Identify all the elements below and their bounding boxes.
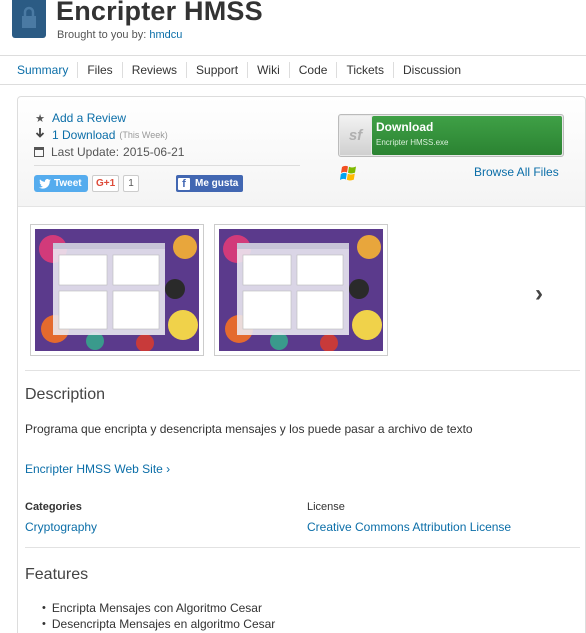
license-link[interactable]: Creative Commons Attribution License: [307, 520, 511, 534]
tab-files[interactable]: Files: [78, 62, 123, 78]
last-update-date: 2015-06-21: [123, 145, 185, 159]
tweet-button[interactable]: Tweet: [34, 175, 88, 192]
project-title: Encripter HMSS: [56, 0, 263, 26]
tweet-label: Tweet: [54, 178, 82, 189]
sourceforge-badge: sf: [340, 116, 371, 155]
browse-all-files-link[interactable]: Browse All Files: [474, 165, 559, 179]
description-text: Programa que encripta y desencripta mens…: [25, 422, 473, 436]
project-website-link[interactable]: Encripter HMSS Web Site ›: [25, 462, 170, 476]
screenshot-image-2: [219, 229, 383, 351]
tab-summary[interactable]: Summary: [8, 62, 79, 78]
last-update-label: Last Update:: [51, 145, 120, 159]
downloads-link[interactable]: 1 Download: [52, 128, 115, 142]
tab-tickets[interactable]: Tickets: [337, 62, 394, 78]
next-screenshot-chevron-icon[interactable]: ›: [535, 280, 543, 308]
add-review-link[interactable]: Add a Review: [52, 111, 126, 125]
feature-item: Desencripta Mensajes en algoritmo Cesar: [42, 616, 275, 632]
download-arrow-icon: [34, 128, 46, 142]
author-link[interactable]: hmdcu: [149, 29, 182, 41]
download-file-name: Encripter HMSS.exe: [376, 138, 449, 147]
facebook-icon: f: [178, 177, 190, 190]
tab-code[interactable]: Code: [290, 62, 338, 78]
downloads-period: (This Week): [119, 130, 168, 140]
feature-item: Encripta Mensajes con Algoritmo Cesar: [42, 600, 275, 616]
project-tabs: Summary Files Reviews Support Wiki Code …: [0, 55, 586, 85]
twitter-bird-icon: [39, 178, 51, 189]
project-header: Encripter HMSS Brought to you by: hmdcu: [0, 0, 586, 52]
byline-prefix: Brought to you by:: [57, 29, 147, 41]
windows-icon: [338, 164, 360, 186]
gplus-count: 1: [123, 175, 139, 192]
gplus-button[interactable]: G+1 1: [92, 175, 139, 192]
stats-divider: [34, 165, 300, 166]
summary-panel: ★ Add a Review 1 Download (This Week) La…: [17, 96, 586, 633]
byline: Brought to you by: hmdcu: [57, 29, 182, 41]
download-button-label: Download: [376, 120, 434, 134]
facebook-like-button[interactable]: f Me gusta: [176, 175, 244, 192]
features-heading: Features: [25, 566, 89, 583]
download-widget: sf Download Encripter HMSS.exe: [338, 114, 564, 157]
features-list: Encripta Mensajes con Algoritmo Cesar De…: [42, 600, 275, 632]
lock-icon: [22, 6, 36, 28]
description-heading: Description: [25, 386, 106, 403]
categories-heading: Categories: [25, 501, 82, 513]
category-link-cryptography[interactable]: Cryptography: [25, 520, 97, 534]
gplus-label: G+1: [92, 175, 120, 192]
section-divider: [25, 547, 580, 548]
calendar-icon: [34, 147, 44, 157]
tab-wiki[interactable]: Wiki: [248, 62, 290, 78]
star-icon: ★: [35, 112, 45, 125]
section-divider: [25, 370, 580, 371]
download-button[interactable]: Download Encripter HMSS.exe: [372, 116, 562, 155]
add-review-row: ★ Add a Review: [34, 111, 126, 125]
screenshot-thumbnail-2[interactable]: [214, 224, 388, 356]
facebook-label: Me gusta: [195, 178, 239, 189]
downloads-row: 1 Download (This Week): [34, 128, 168, 142]
download-stats-box: ★ Add a Review 1 Download (This Week) La…: [18, 97, 585, 207]
license-heading: License: [307, 501, 345, 513]
screenshot-thumbnail-1[interactable]: [30, 224, 204, 356]
tab-reviews[interactable]: Reviews: [123, 62, 188, 78]
project-logo: [12, 0, 46, 38]
tab-support[interactable]: Support: [187, 62, 249, 78]
tab-discussion[interactable]: Discussion: [394, 62, 470, 78]
screenshot-image-1: [35, 229, 199, 351]
last-update-row: Last Update: 2015-06-21: [34, 145, 184, 159]
